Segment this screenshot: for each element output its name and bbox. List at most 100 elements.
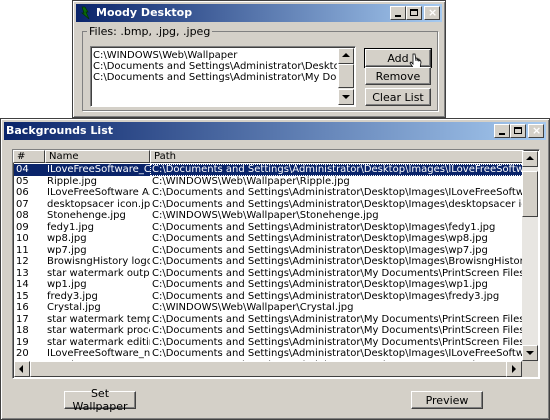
row-path: C:\Documents and Settings\Administrator\… bbox=[152, 221, 496, 233]
scroll-up-button[interactable] bbox=[338, 48, 354, 64]
backgrounds-title: Backgrounds List bbox=[6, 124, 113, 137]
arrow-down-icon bbox=[342, 95, 350, 99]
row-number: 04 bbox=[14, 164, 45, 176]
row-path: C:\Documents and Settings\Administrator\… bbox=[152, 256, 524, 267]
table-row[interactable]: 13 star watermark outpu...C:\Documents an… bbox=[14, 268, 524, 280]
clear-list-button[interactable]: Clear List bbox=[365, 88, 431, 106]
row-number: 18 bbox=[16, 325, 29, 336]
row-number: 10 bbox=[16, 233, 29, 244]
backgrounds-listview[interactable]: # Name Path 04 ILoveFreeSoftware_C... C:\D… bbox=[12, 149, 540, 379]
scroll-right-button[interactable] bbox=[506, 361, 522, 377]
backgrounds-titlebar[interactable]: Backgrounds List × bbox=[4, 122, 546, 140]
backgrounds-list-window: Backgrounds List × # Name Path 04 ILoveFr… bbox=[0, 118, 550, 420]
arrow-up-icon bbox=[342, 53, 350, 57]
row-name: desktopsacer icon.jpg bbox=[47, 198, 150, 210]
row-number: 17 bbox=[16, 313, 29, 325]
row-path: C:\WINDOWS\Web\Wallpaper\Crystal.jpg bbox=[152, 302, 354, 313]
table-row[interactable]: 11 wp7.jpg C:\Documents and Settings\Admin… bbox=[14, 245, 524, 257]
row-number: 20 bbox=[16, 348, 29, 359]
row-name: ILoveFreeSoftware A... bbox=[47, 187, 150, 198]
table-row[interactable]: 16 Crystal.jpg C:\WINDOWS\Web\Wallpaper\Cr… bbox=[14, 302, 524, 314]
remove-button[interactable]: Remove bbox=[365, 67, 431, 85]
maximize-icon bbox=[410, 9, 418, 16]
row-path: C:\Documents and Settings\Administrator\… bbox=[152, 313, 524, 325]
row-path: C:\Documents and Settings\Administrator\… bbox=[152, 336, 524, 348]
row-name: star watermark editin... bbox=[47, 336, 150, 348]
row-path: C:\Documents and Settings\Administrator\… bbox=[152, 187, 524, 198]
table-row[interactable]: 12 BrowisngHistory logo....C:\Documents a… bbox=[14, 256, 524, 268]
row-name: star watermark templ... bbox=[47, 313, 150, 325]
arrow-right-icon bbox=[512, 365, 516, 373]
row-name: Stonehenge.jpg bbox=[47, 210, 126, 221]
close-icon: × bbox=[428, 6, 438, 19]
listview-header: # Name Path bbox=[13, 150, 524, 163]
row-name: star watermark proce... bbox=[47, 325, 150, 336]
table-row[interactable]: 05 Ripple.jpg C:\WINDOWS\Web\Wallpaper\Rip… bbox=[14, 176, 524, 188]
folder-list[interactable]: C:\WINDOWS\Web\Wallpaper C:\Documents an… bbox=[90, 46, 356, 107]
table-row[interactable]: 15 fredy3.jpg C:\Documents and Settings\Ad… bbox=[14, 291, 524, 303]
backgrounds-table: 04 ILoveFreeSoftware_C... C:\Documents and… bbox=[14, 164, 524, 362]
row-path: C:\Documents and Settings\Administrator\… bbox=[152, 325, 524, 336]
row-path: C:\Documents and Settings\Administrator\… bbox=[152, 267, 524, 279]
close-button[interactable]: × bbox=[528, 124, 544, 138]
table-row[interactable]: 04 ILoveFreeSoftware_C... C:\Documents and… bbox=[14, 164, 524, 176]
table-row[interactable]: 17 star watermark templ...C:\Documents an… bbox=[14, 314, 524, 326]
maximize-icon bbox=[514, 127, 522, 134]
close-icon: × bbox=[532, 124, 542, 137]
folder-item[interactable]: C:\WINDOWS\Web\Wallpaper bbox=[91, 50, 337, 61]
set-wallpaper-button[interactable]: Set Wallpaper bbox=[64, 387, 136, 413]
table-row[interactable]: 08 Stonehenge.jpg C:\WINDOWS\Web\Wallpaper… bbox=[14, 210, 524, 222]
row-name: ILoveFreeSoftware_n... bbox=[47, 348, 150, 359]
row-name: star watermark outpu... bbox=[47, 267, 150, 279]
row-name: wp7.jpg bbox=[47, 244, 87, 256]
arrow-down-icon bbox=[526, 351, 534, 355]
minimize-button[interactable] bbox=[390, 6, 406, 20]
listview-vscrollbar[interactable] bbox=[522, 151, 538, 361]
files-label: Files: .bmp, .jpg, .jpeg bbox=[87, 25, 213, 38]
table-row[interactable]: 07 desktopsacer icon.jpg C:\Documents and … bbox=[14, 199, 524, 211]
scroll-thumb[interactable] bbox=[338, 64, 354, 88]
row-path: C:\Documents and Settings\Administrator\… bbox=[152, 290, 500, 302]
maximize-button[interactable] bbox=[406, 6, 422, 20]
column-header-number[interactable]: # bbox=[13, 150, 45, 163]
row-name: fedy1.jpg bbox=[47, 221, 94, 233]
folder-list-scrollbar[interactable] bbox=[338, 48, 354, 105]
scroll-up-button[interactable] bbox=[522, 151, 538, 167]
listview-hscrollbar[interactable] bbox=[14, 361, 522, 377]
row-path: C:\Documents and Settings\Administrator\… bbox=[152, 279, 488, 290]
row-number: 08 bbox=[16, 210, 29, 221]
row-path: C:\WINDOWS\Web\Wallpaper\Ripple.jpg bbox=[152, 175, 350, 187]
row-number: 05 bbox=[16, 175, 29, 187]
maximize-button[interactable] bbox=[510, 124, 526, 138]
folder-item[interactable]: C:\Documents and Settings\Administrator\… bbox=[91, 72, 337, 83]
scroll-thumb[interactable] bbox=[522, 171, 538, 217]
table-row[interactable]: 06 ILoveFreeSoftware A... C:\Documents and… bbox=[14, 187, 524, 199]
column-header-name[interactable]: Name bbox=[45, 150, 150, 163]
row-name: ILoveFreeSoftware_C... bbox=[45, 164, 150, 176]
folder-item[interactable]: C:\Documents and Settings\Administrator\… bbox=[91, 61, 337, 72]
scroll-down-button[interactable] bbox=[338, 89, 354, 105]
row-name: BrowisngHistory logo.... bbox=[47, 256, 150, 267]
preview-button[interactable]: Preview bbox=[411, 391, 483, 409]
table-row[interactable]: 14 wp1.jpg C:\Documents and Settings\Admin… bbox=[14, 279, 524, 291]
row-name: wp1.jpg bbox=[47, 279, 87, 290]
scroll-left-button[interactable] bbox=[14, 361, 30, 377]
minimize-button[interactable] bbox=[494, 124, 510, 138]
table-row[interactable]: 18 star watermark proce...C:\Documents an… bbox=[14, 325, 524, 337]
table-row[interactable]: 19 star watermark editin...C:\Documents a… bbox=[14, 337, 524, 349]
moody-desktop-window: Moody Desktop × Files: .bmp, .jpg, .jpeg… bbox=[72, 0, 446, 118]
table-row[interactable]: 09 fedy1.jpg C:\Documents and Settings\Adm… bbox=[14, 222, 524, 234]
table-row[interactable]: 10 wp8.jpg C:\Documents and Settings\Admin… bbox=[14, 233, 524, 245]
minimize-icon bbox=[499, 133, 505, 135]
moody-titlebar[interactable]: Moody Desktop × bbox=[76, 4, 442, 22]
row-number: 13 bbox=[16, 267, 29, 279]
table-row[interactable]: 20 ILoveFreeSoftware_n... C:\Documents and… bbox=[14, 348, 524, 360]
row-path: C:\Documents and Settings\Administrator\… bbox=[150, 164, 524, 176]
column-header-path[interactable]: Path bbox=[150, 150, 524, 163]
row-name: Crystal.jpg bbox=[47, 302, 101, 313]
row-path: C:\WINDOWS\Web\Wallpaper\Stonehenge.jpg bbox=[152, 210, 379, 221]
close-button[interactable]: × bbox=[424, 6, 440, 20]
scroll-hthumb[interactable] bbox=[30, 361, 508, 377]
row-name: fredy3.jpg bbox=[47, 290, 98, 302]
scroll-down-button[interactable] bbox=[522, 345, 538, 361]
